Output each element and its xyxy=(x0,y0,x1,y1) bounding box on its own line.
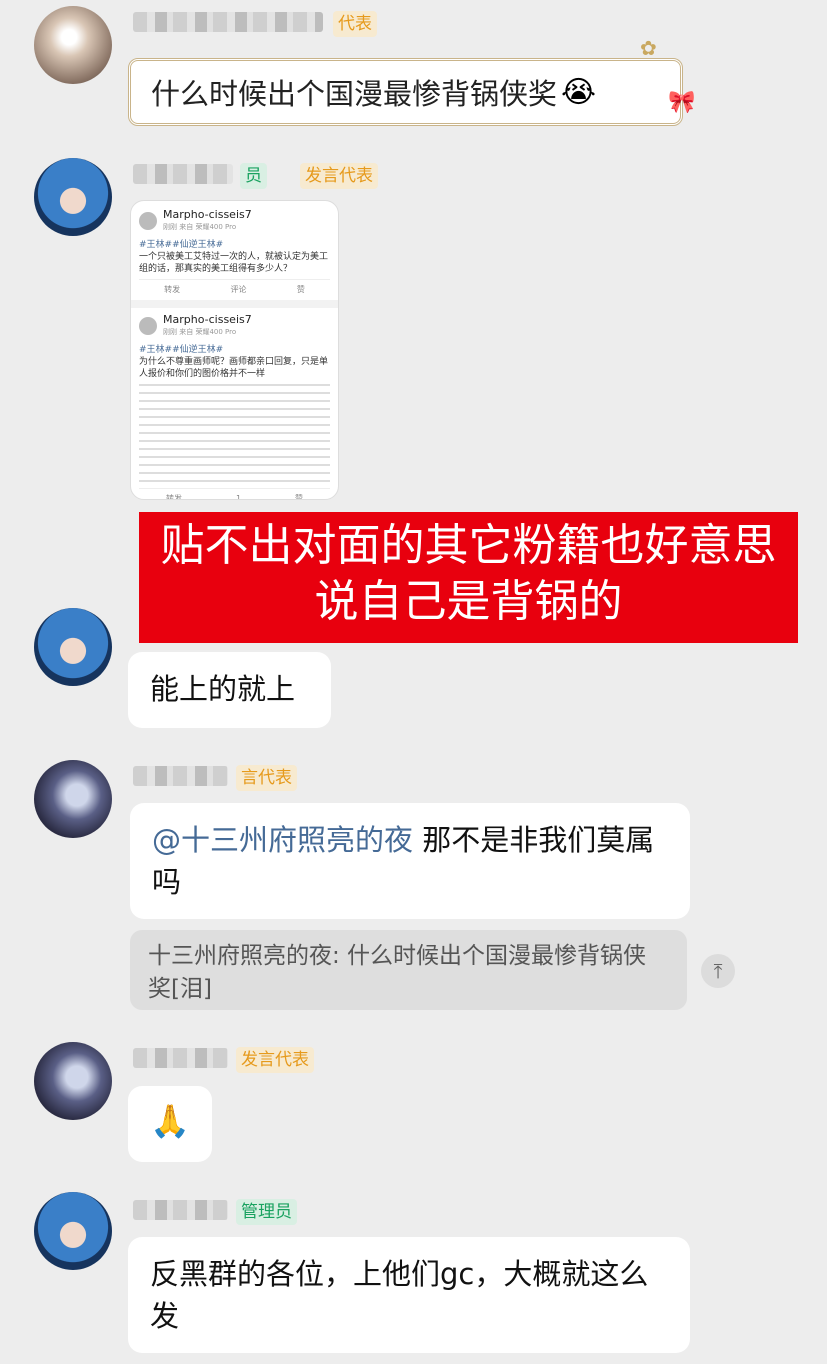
avatar[interactable] xyxy=(34,1042,112,1120)
member-badge: 代表 xyxy=(333,11,377,37)
message-bubble[interactable]: 反黑群的各位，上他们gc，大概就这么发 xyxy=(128,1237,690,1353)
speaker-badge: 发言代表 xyxy=(236,1047,314,1073)
bubble-decoration-icon: ✿ xyxy=(640,36,657,60)
sender-name-blurred xyxy=(133,1048,228,1068)
overlay-caption: 贴不出对面的其它粉籍也好意思说自己是背锅的 xyxy=(139,512,798,643)
post-avatar xyxy=(139,212,157,230)
post-avatar xyxy=(139,317,157,335)
speaker-badge: 发言代表 xyxy=(300,163,378,189)
avatar[interactable] xyxy=(34,158,112,236)
message-bubble[interactable]: 🙏 xyxy=(128,1086,212,1162)
crying-emoji: 😭 xyxy=(561,74,597,110)
post-card: Marpho-cisseis7 刚刚 来自 荣耀400 Pro #王林##仙逆王林… xyxy=(131,308,338,499)
avatar[interactable] xyxy=(34,6,112,84)
quoted-reply[interactable]: 十三州府照亮的夜: 什么时候出个国漫最惨背锅侠奖[泪] xyxy=(130,930,687,1010)
avatar[interactable] xyxy=(34,1192,112,1270)
admin-badge: 管理员 xyxy=(236,1199,297,1225)
pray-emoji: 🙏 xyxy=(150,1102,190,1140)
screenshot-image[interactable]: Marpho-cisseis7 刚刚 来自 荣耀400 Pro #王林##仙逆王林… xyxy=(130,200,339,500)
message-text: 什么时候出个国漫最惨背锅侠奖 xyxy=(151,77,558,111)
message-bubble[interactable]: 什么时候出个国漫最惨背锅侠奖 😭 xyxy=(128,58,683,126)
sender-name-blurred xyxy=(133,164,233,184)
bow-decoration-icon: 🎀 xyxy=(668,90,696,115)
message-bubble[interactable]: @十三州府照亮的夜 那不是非我们莫属吗 xyxy=(130,803,690,919)
post-image-text xyxy=(139,384,330,484)
message-bubble[interactable]: 能上的就上 xyxy=(128,652,331,728)
member-badge: 员 xyxy=(240,163,267,189)
speaker-badge: 言代表 xyxy=(236,765,297,791)
jump-to-quote-icon[interactable]: ⤒ xyxy=(701,954,735,988)
sender-name-blurred xyxy=(133,1200,228,1220)
mention-link[interactable]: @十三州府照亮的夜 xyxy=(152,823,413,857)
avatar[interactable] xyxy=(34,608,112,686)
post-card: Marpho-cisseis7 刚刚 来自 荣耀400 Pro #王林##仙逆王林… xyxy=(139,208,330,294)
sender-name-blurred xyxy=(133,12,323,32)
sender-name-blurred xyxy=(133,766,228,786)
avatar[interactable] xyxy=(34,760,112,838)
